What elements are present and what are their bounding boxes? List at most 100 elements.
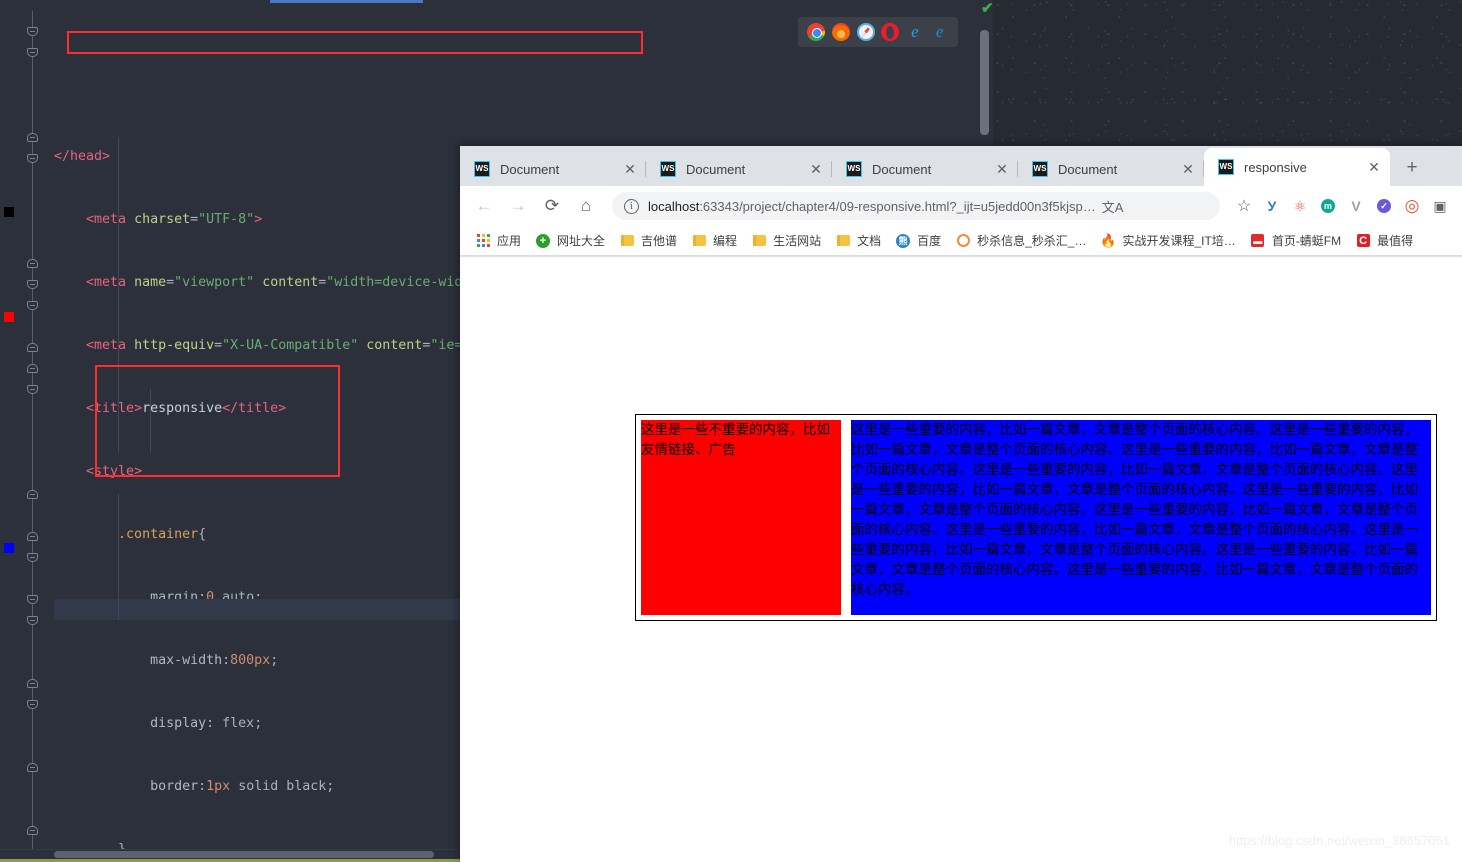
extension-icon-check[interactable]: ✓ bbox=[1372, 194, 1396, 218]
mendeley-glyph: m bbox=[1321, 199, 1335, 213]
extension-icon-sitemap[interactable]: ⚛ bbox=[1288, 194, 1312, 218]
extension-icon-ring[interactable]: ◎ bbox=[1400, 194, 1424, 218]
bookmark-miaosha[interactable]: 秒杀信息_秒杀汇_… bbox=[948, 229, 1093, 253]
fold-marker[interactable] bbox=[27, 27, 38, 36]
fold-marker[interactable] bbox=[27, 364, 38, 373]
tab-title: Document bbox=[872, 161, 932, 177]
webstorm-favicon: WS bbox=[474, 161, 490, 177]
bookmark-label: 生活网站 bbox=[773, 234, 822, 248]
bookmark-label: 吉他谱 bbox=[641, 234, 678, 248]
check-glyph: ✓ bbox=[1377, 199, 1391, 213]
bookmark-label: 最值得 bbox=[1377, 234, 1414, 248]
tab-document-4[interactable]: WS Document ✕ bbox=[1018, 152, 1204, 186]
page-right-panel: 这里是一些重要的内容，比如一篇文章，文章是整个页面的核心内容。这里是一些重要的内… bbox=[851, 420, 1431, 615]
translate-icon[interactable]: 文A bbox=[1102, 197, 1124, 216]
bookmark-itcourse[interactable]: 🔥 实战开发课程_IT培… bbox=[1093, 229, 1242, 253]
forward-button[interactable]: → bbox=[504, 192, 532, 220]
page-container: 这里是一些不重要的内容，比如友情链接、广告 这里是一些重要的内容，比如一篇文章，… bbox=[635, 414, 1437, 621]
bookmark-label: 首页-蜻蜓FM bbox=[1271, 234, 1342, 248]
bookmark-guitar[interactable]: 吉他谱 bbox=[612, 229, 684, 253]
editor-vertical-scrollbar[interactable] bbox=[980, 30, 989, 135]
bookmark-apps[interactable]: 应用 bbox=[468, 229, 528, 253]
fold-marker[interactable] bbox=[27, 48, 38, 57]
tab-close-icon[interactable]: ✕ bbox=[1366, 159, 1382, 175]
bookmark-hao123[interactable]: + 网址大全 bbox=[528, 229, 612, 253]
bookmark-qingtingfm[interactable]: ▬ 首页-蜻蜓FM bbox=[1243, 229, 1348, 253]
chrome-tabstrip: WS Document ✕ WS Document ✕ WS Document … bbox=[460, 146, 1462, 186]
reload-button[interactable]: ⟳ bbox=[538, 192, 566, 220]
folder-icon bbox=[619, 233, 635, 249]
fold-marker[interactable] bbox=[27, 154, 38, 163]
fold-marker[interactable] bbox=[27, 301, 38, 310]
bookmark-label: 百度 bbox=[917, 234, 942, 248]
fold-marker[interactable] bbox=[27, 553, 38, 562]
fold-marker[interactable] bbox=[27, 343, 38, 352]
extension-icon-yandex[interactable]: У bbox=[1260, 194, 1284, 218]
extension-icon-v[interactable]: V bbox=[1344, 194, 1368, 218]
site-info-icon[interactable]: i bbox=[624, 198, 639, 214]
bookmark-life-sites[interactable]: 生活网站 bbox=[744, 229, 828, 253]
orange-circle-icon bbox=[955, 233, 971, 249]
new-tab-button[interactable]: + bbox=[1398, 154, 1426, 182]
tab-title: Document bbox=[500, 161, 560, 177]
address-bar[interactable]: i localhost:63343/project/chapter4/09-re… bbox=[612, 192, 1220, 220]
fold-marker[interactable] bbox=[27, 763, 38, 772]
page-left-panel: 这里是一些不重要的内容，比如友情链接、广告 bbox=[641, 420, 841, 615]
page-viewport: 这里是一些不重要的内容，比如友情链接、广告 这里是一些重要的内容，比如一篇文章，… bbox=[460, 257, 1462, 862]
fold-marker[interactable] bbox=[27, 385, 38, 394]
tab-responsive[interactable]: WS responsive ✕ bbox=[1204, 148, 1390, 186]
tab-document-1[interactable]: WS Document ✕ bbox=[460, 152, 646, 186]
editor-gutter[interactable] bbox=[0, 11, 54, 851]
bookmark-label: 应用 bbox=[497, 234, 522, 248]
bookmark-star-icon[interactable]: ☆ bbox=[1232, 194, 1256, 218]
editor-horizontal-scrollbar-thumb[interactable] bbox=[54, 851, 434, 858]
green-plus-circle-icon: + bbox=[535, 233, 551, 249]
fold-marker[interactable] bbox=[27, 679, 38, 688]
fold-marker[interactable] bbox=[27, 490, 38, 499]
fold-marker[interactable] bbox=[27, 280, 38, 289]
url-path: :63343/project/chapter4/09-responsive.ht… bbox=[699, 198, 1096, 214]
bookmark-zuizhide[interactable]: C 最值得 bbox=[1348, 229, 1420, 253]
back-button[interactable]: ← bbox=[470, 192, 498, 220]
fold-marker[interactable] bbox=[27, 133, 38, 142]
tab-close-icon[interactable]: ✕ bbox=[1180, 161, 1196, 177]
bookmark-docs[interactable]: 文档 bbox=[828, 229, 888, 253]
color-swatch-red[interactable] bbox=[4, 312, 14, 322]
tab-document-2[interactable]: WS Document ✕ bbox=[646, 152, 832, 186]
folder-icon bbox=[691, 233, 707, 249]
fold-marker[interactable] bbox=[27, 595, 38, 604]
chrome-toolbar: ← → ⟳ ⌂ i localhost:63343/project/chapte… bbox=[460, 186, 1462, 226]
fold-marker[interactable] bbox=[27, 700, 38, 709]
bookmark-programming[interactable]: 编程 bbox=[684, 229, 744, 253]
indent-guide bbox=[118, 137, 119, 452]
extension-icon-panel[interactable]: ▣ bbox=[1428, 194, 1452, 218]
ide-topbar bbox=[0, 0, 993, 11]
color-swatch-blue[interactable] bbox=[4, 543, 14, 553]
webstorm-favicon: WS bbox=[1218, 159, 1234, 175]
webstorm-favicon: WS bbox=[660, 161, 676, 177]
color-swatch-black[interactable] bbox=[4, 207, 14, 217]
tab-title: Document bbox=[1058, 161, 1118, 177]
bookmark-label: 文档 bbox=[857, 234, 882, 248]
tab-close-icon[interactable]: ✕ bbox=[622, 161, 638, 177]
fold-marker[interactable] bbox=[27, 259, 38, 268]
home-button[interactable]: ⌂ bbox=[572, 192, 600, 220]
bookmark-label: 实战开发课程_IT培… bbox=[1122, 234, 1236, 248]
tab-close-icon[interactable]: ✕ bbox=[994, 161, 1010, 177]
bookmark-baidu[interactable]: 熊 百度 bbox=[888, 229, 948, 253]
bookmark-label: 秒杀信息_秒杀汇_… bbox=[977, 234, 1087, 248]
tab-title: Document bbox=[686, 161, 746, 177]
folder-icon bbox=[835, 233, 851, 249]
indent-guide bbox=[150, 389, 151, 452]
tab-close-icon[interactable]: ✕ bbox=[808, 161, 824, 177]
fold-marker[interactable] bbox=[27, 826, 38, 835]
red-c-icon: C bbox=[1355, 233, 1371, 249]
extension-icon-mendeley[interactable]: m bbox=[1316, 194, 1340, 218]
screen-root: ✔ e e </head> <meta charset="UTF-8"> <me… bbox=[0, 0, 1462, 862]
bookmarks-bar: 应用 + 网址大全 吉他谱 编程 生活网站 文档 熊 百度 秒杀信息_秒杀汇_…… bbox=[460, 226, 1462, 256]
fold-marker[interactable] bbox=[27, 532, 38, 541]
fold-marker[interactable] bbox=[27, 616, 38, 625]
url-host: localhost bbox=[648, 198, 700, 214]
tab-document-3[interactable]: WS Document ✕ bbox=[832, 152, 1018, 186]
folder-icon bbox=[751, 233, 767, 249]
